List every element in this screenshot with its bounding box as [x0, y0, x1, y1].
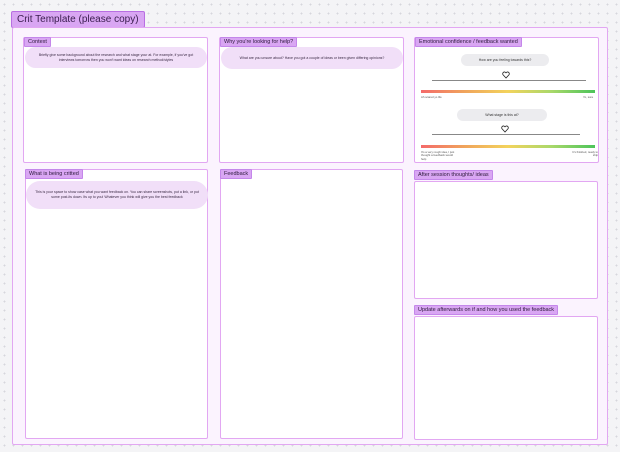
stage-question: What stage is this at? [457, 109, 547, 121]
stage-heart-icon[interactable] [501, 125, 509, 133]
being-critted-section[interactable] [25, 169, 208, 439]
emotional-label: Emotional confidence / feedback wanted [415, 37, 522, 47]
feeling-scale-low: Ah scared yo life [421, 95, 442, 99]
being-critted-label: What is being critted [25, 169, 83, 179]
template-title[interactable]: Crit Template (please copy) [11, 11, 145, 28]
feedback-label: Feedback [220, 169, 253, 179]
stage-slider-track[interactable] [432, 134, 580, 135]
stage-scale-high: It's finished, ready to ship [572, 150, 598, 158]
being-critted-hint[interactable]: This is your space to show case what you… [26, 181, 208, 209]
update-section[interactable] [414, 316, 598, 440]
feeling-scale-high: Yo, sure [583, 95, 594, 99]
feedback-section[interactable] [220, 169, 403, 439]
why-help-hint[interactable]: What are you unsure about? Have you got … [221, 47, 403, 69]
feeling-slider-track[interactable] [432, 80, 586, 81]
context-hint[interactable]: Briefly give some background about the r… [25, 47, 207, 68]
feeling-scale-bar [421, 90, 595, 93]
after-session-label: After session thoughts/ ideas [414, 170, 493, 180]
stage-scale-bar [421, 145, 595, 148]
context-label: Context [24, 37, 51, 47]
why-help-label: Why you're looking for help? [220, 37, 298, 47]
stage-scale-low: It's a very rough idea, I just thought a… [421, 150, 455, 161]
feeling-heart-icon[interactable] [502, 71, 510, 79]
update-label: Update afterwards on if and how you used… [414, 305, 559, 315]
after-session-section[interactable] [414, 181, 598, 299]
feeling-question: How are you feeling towards this? [461, 54, 549, 66]
